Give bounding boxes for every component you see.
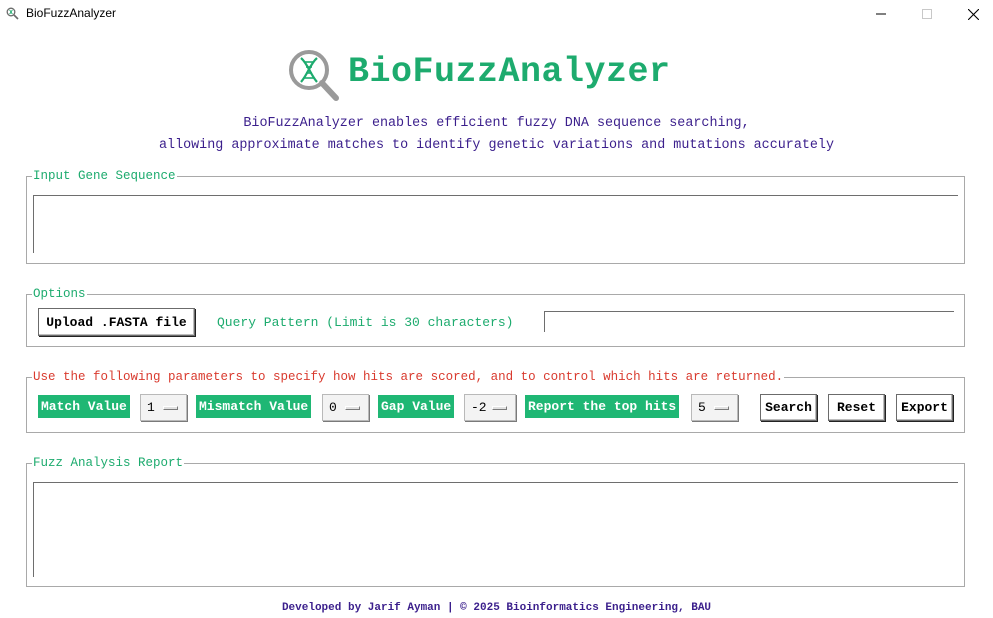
match-value-dropdown[interactable]: 1 — [140, 394, 187, 421]
export-button[interactable]: Export — [896, 394, 953, 421]
search-button[interactable]: Search — [760, 394, 817, 421]
input-gene-sequence-group: Input Gene Sequence — [26, 169, 965, 264]
options-group: Options Upload .FASTA file Query Pattern… — [26, 287, 965, 347]
query-pattern-label: Query Pattern (Limit is 30 characters) — [217, 315, 514, 330]
dropdown-indicator-icon — [714, 406, 729, 410]
mismatch-value-dropdown[interactable]: 0 — [322, 394, 369, 421]
app-name-heading: BioFuzzAnalyzer — [348, 52, 671, 92]
mismatch-value-selected: 0 — [329, 400, 337, 415]
match-value-selected: 1 — [147, 400, 155, 415]
maximize-button[interactable] — [904, 0, 950, 28]
gene-sequence-textarea[interactable] — [33, 195, 958, 253]
match-value-label: Match Value — [38, 395, 130, 418]
options-legend: Options — [32, 287, 87, 301]
upload-fasta-button[interactable]: Upload .FASTA file — [38, 308, 195, 336]
report-top-hits-label: Report the top hits — [525, 395, 680, 418]
input-gene-sequence-legend: Input Gene Sequence — [32, 169, 177, 183]
report-output-textarea[interactable] — [33, 482, 958, 577]
query-pattern-input[interactable] — [544, 311, 954, 332]
mismatch-value-label: Mismatch Value — [196, 395, 312, 418]
maximize-icon — [922, 9, 932, 19]
dropdown-indicator-icon — [345, 406, 360, 410]
dna-magnifier-icon — [289, 50, 339, 101]
parameters-legend: Use the following parameters to specify … — [32, 370, 785, 384]
gap-value-dropdown[interactable]: -2 — [464, 394, 516, 421]
fuzz-analysis-report-legend: Fuzz Analysis Report — [32, 456, 185, 470]
close-button[interactable] — [950, 0, 993, 28]
window-title: BioFuzzAnalyzer — [26, 6, 117, 20]
description-line-1: BioFuzzAnalyzer enables efficient fuzzy … — [243, 116, 750, 131]
reset-button[interactable]: Reset — [828, 394, 885, 421]
minimize-button[interactable] — [858, 0, 904, 28]
window-titlebar: BioFuzzAnalyzer — [0, 0, 993, 28]
footer-credits: Developed by Jarif Ayman | © 2025 Bioinf… — [281, 602, 712, 614]
report-top-hits-dropdown[interactable]: 5 — [691, 394, 738, 421]
dropdown-indicator-icon — [492, 406, 507, 410]
close-icon — [967, 8, 979, 20]
parameters-group: Use the following parameters to specify … — [26, 370, 965, 433]
fuzz-analysis-report-group: Fuzz Analysis Report — [26, 456, 965, 587]
gap-value-selected: -2 — [471, 400, 487, 415]
app-icon — [6, 7, 19, 20]
dropdown-indicator-icon — [163, 406, 178, 410]
description-line-2: allowing approximate matches to identify… — [159, 138, 834, 153]
gap-value-label: Gap Value — [378, 395, 455, 418]
report-top-hits-selected: 5 — [698, 400, 706, 415]
minimize-icon — [876, 13, 886, 15]
